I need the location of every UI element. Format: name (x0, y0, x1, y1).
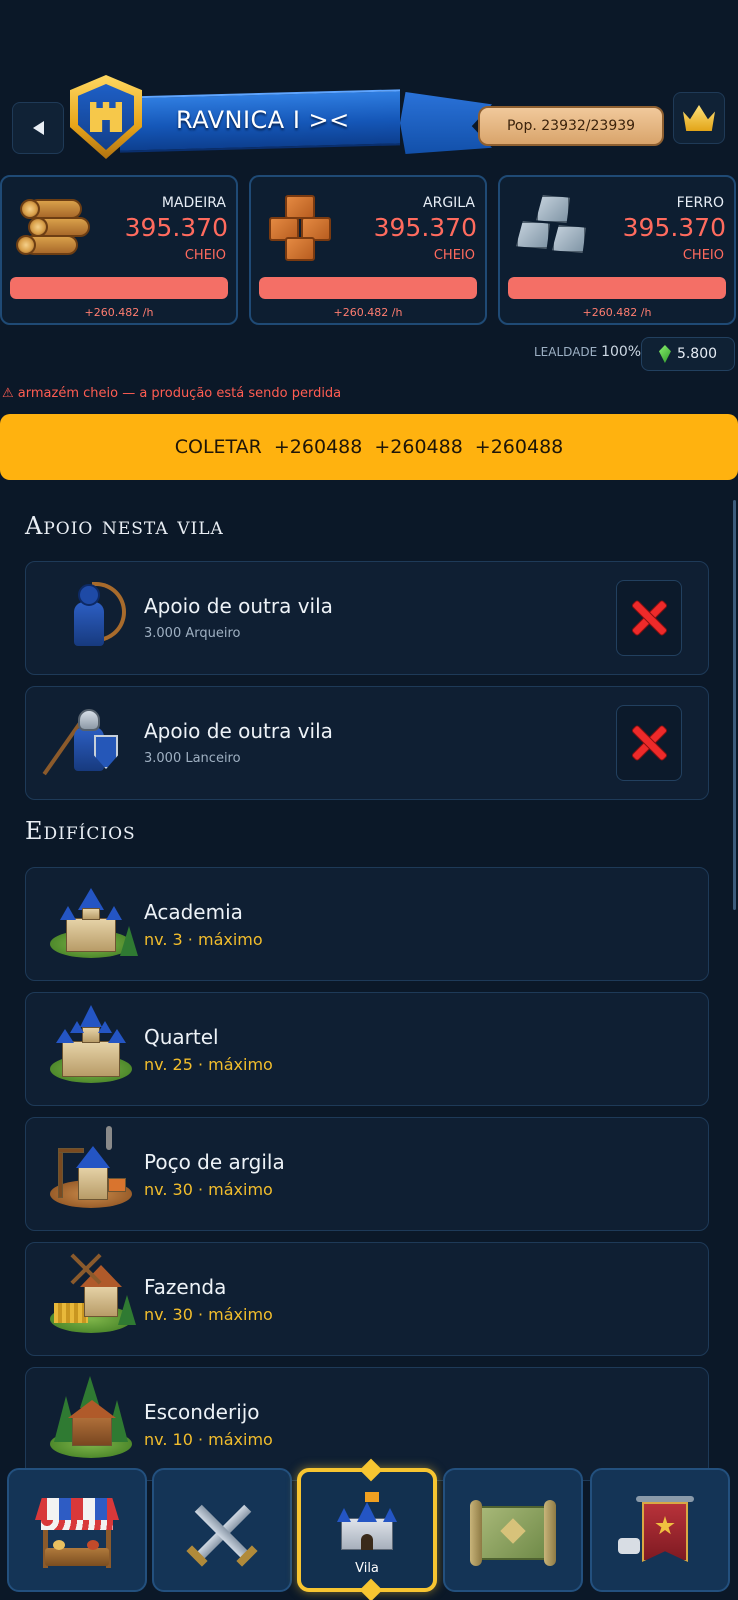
building-name: Academia (144, 900, 243, 924)
back-arrow-icon (32, 121, 44, 135)
farm-icon (48, 1251, 136, 1347)
loyalty-indicator: LEALDADE 100% (534, 344, 641, 360)
resource-status: CHEIO (682, 248, 724, 263)
resource-amount: 395.370 (124, 213, 228, 242)
resource-amount: 395.370 (373, 213, 477, 242)
market-stall-icon (35, 1498, 119, 1570)
production-rate: +260.482 /h (333, 306, 403, 319)
production-rate: +260.482 /h (84, 306, 154, 319)
academy-icon (48, 876, 138, 972)
building-level: nv. 25 · máximo (144, 1055, 273, 1074)
building-name: Quartel (144, 1025, 219, 1049)
storage-bar-fill (259, 277, 477, 299)
resource-card-iron: FERRO 395.370 CHEIO +260.482 /h (498, 175, 736, 325)
building-row-barracks[interactable]: Quartel nv. 25 · máximo (25, 992, 709, 1106)
loyalty-value: 100% (601, 344, 642, 360)
resource-name: ARGILA (423, 195, 475, 211)
building-row-academy[interactable]: Academia nv. 3 · máximo (25, 867, 709, 981)
clay-pit-icon (48, 1126, 134, 1222)
population-badge: Pop. 23932/23939 (478, 106, 664, 146)
loyalty-label: LEALDADE (534, 345, 598, 359)
gem-balance[interactable]: 5.800 (641, 337, 735, 371)
building-row-clay-pit[interactable]: Poço de argila nv. 30 · máximo (25, 1117, 709, 1231)
storage-bar (508, 277, 726, 299)
gem-icon (658, 345, 671, 363)
buildings-section-title: Edifícios (25, 817, 136, 845)
crossed-swords-icon (182, 1500, 262, 1572)
nav-map[interactable] (443, 1468, 583, 1592)
village-name[interactable]: RAVNICA I >< (176, 100, 386, 140)
collect-button[interactable]: COLETAR +260488 +260488 +260488 (0, 414, 738, 480)
resource-amount: 395.370 (622, 213, 726, 242)
castle-icon (90, 102, 122, 132)
castle-icon (335, 1492, 399, 1556)
resource-name: MADEIRA (161, 195, 226, 211)
storage-bar-fill (508, 277, 726, 299)
collect-label: COLETAR (174, 436, 262, 458)
storage-bar (10, 277, 228, 299)
nav-market[interactable] (7, 1468, 147, 1592)
support-section-title: Apoio nesta vila (25, 512, 224, 540)
active-marker-bottom (359, 1578, 383, 1600)
crown-button[interactable] (673, 92, 725, 144)
resource-name: FERRO (676, 195, 724, 211)
collect-amount-clay: +260488 (374, 436, 463, 458)
collect-amount-wood: +260488 (273, 436, 363, 458)
clay-bricks-icon (263, 191, 341, 263)
storage-bar (259, 277, 477, 299)
building-name: Poço de argila (144, 1150, 285, 1174)
close-icon (632, 726, 666, 760)
support-row-title: Apoio de outra vila (144, 719, 333, 743)
resource-status: CHEIO (184, 248, 226, 263)
barracks-icon (48, 1001, 134, 1097)
building-level: nv. 10 · máximo (144, 1430, 273, 1449)
support-row-units: 3.000 Lanceiro (144, 751, 241, 766)
archer-icon (56, 580, 126, 658)
nav-village-label: Vila (355, 1561, 379, 1576)
building-name: Fazenda (144, 1275, 227, 1299)
spearman-icon (42, 705, 124, 783)
resource-card-wood: MADEIRA 395.370 CHEIO +260.482 /h (0, 175, 238, 325)
close-icon (632, 601, 666, 635)
production-rate: +260.482 /h (582, 306, 652, 319)
building-row-farm[interactable]: Fazenda nv. 30 · máximo (25, 1242, 709, 1356)
crown-icon (683, 105, 715, 131)
back-button[interactable] (12, 102, 64, 154)
support-row-title: Apoio de outra vila (144, 594, 333, 618)
storage-full-warning: ⚠ armazém cheio — a produção está sendo … (2, 386, 342, 401)
nav-troops[interactable] (152, 1468, 292, 1592)
building-level: nv. 3 · máximo (144, 930, 263, 949)
resource-card-clay: ARGILA 395.370 CHEIO +260.482 /h (249, 175, 487, 325)
remove-support-button[interactable] (616, 580, 682, 656)
scrollbar[interactable] (733, 500, 736, 910)
support-row-units: 3.000 Arqueiro (144, 626, 241, 641)
building-name: Esconderijo (144, 1400, 260, 1424)
storage-bar-fill (10, 277, 228, 299)
support-row: Apoio de outra vila 3.000 Arqueiro (25, 561, 709, 675)
building-level: nv. 30 · máximo (144, 1180, 273, 1199)
collect-amount-iron: +260488 (474, 436, 564, 458)
wood-logs-icon (14, 191, 92, 263)
gem-amount: 5.800 (676, 346, 718, 362)
map-scroll-icon (470, 1498, 556, 1568)
hideout-icon (48, 1376, 134, 1472)
building-level: nv. 30 · máximo (144, 1305, 273, 1324)
nav-village[interactable]: Vila (297, 1458, 437, 1600)
support-row: Apoio de outra vila 3.000 Lanceiro (25, 686, 709, 800)
iron-ore-icon (512, 191, 590, 263)
nav-tribe[interactable] (590, 1468, 730, 1592)
chat-bubble-icon (618, 1538, 640, 1554)
resource-status: CHEIO (433, 248, 475, 263)
tribe-banner-icon (618, 1492, 702, 1572)
remove-support-button[interactable] (616, 705, 682, 781)
